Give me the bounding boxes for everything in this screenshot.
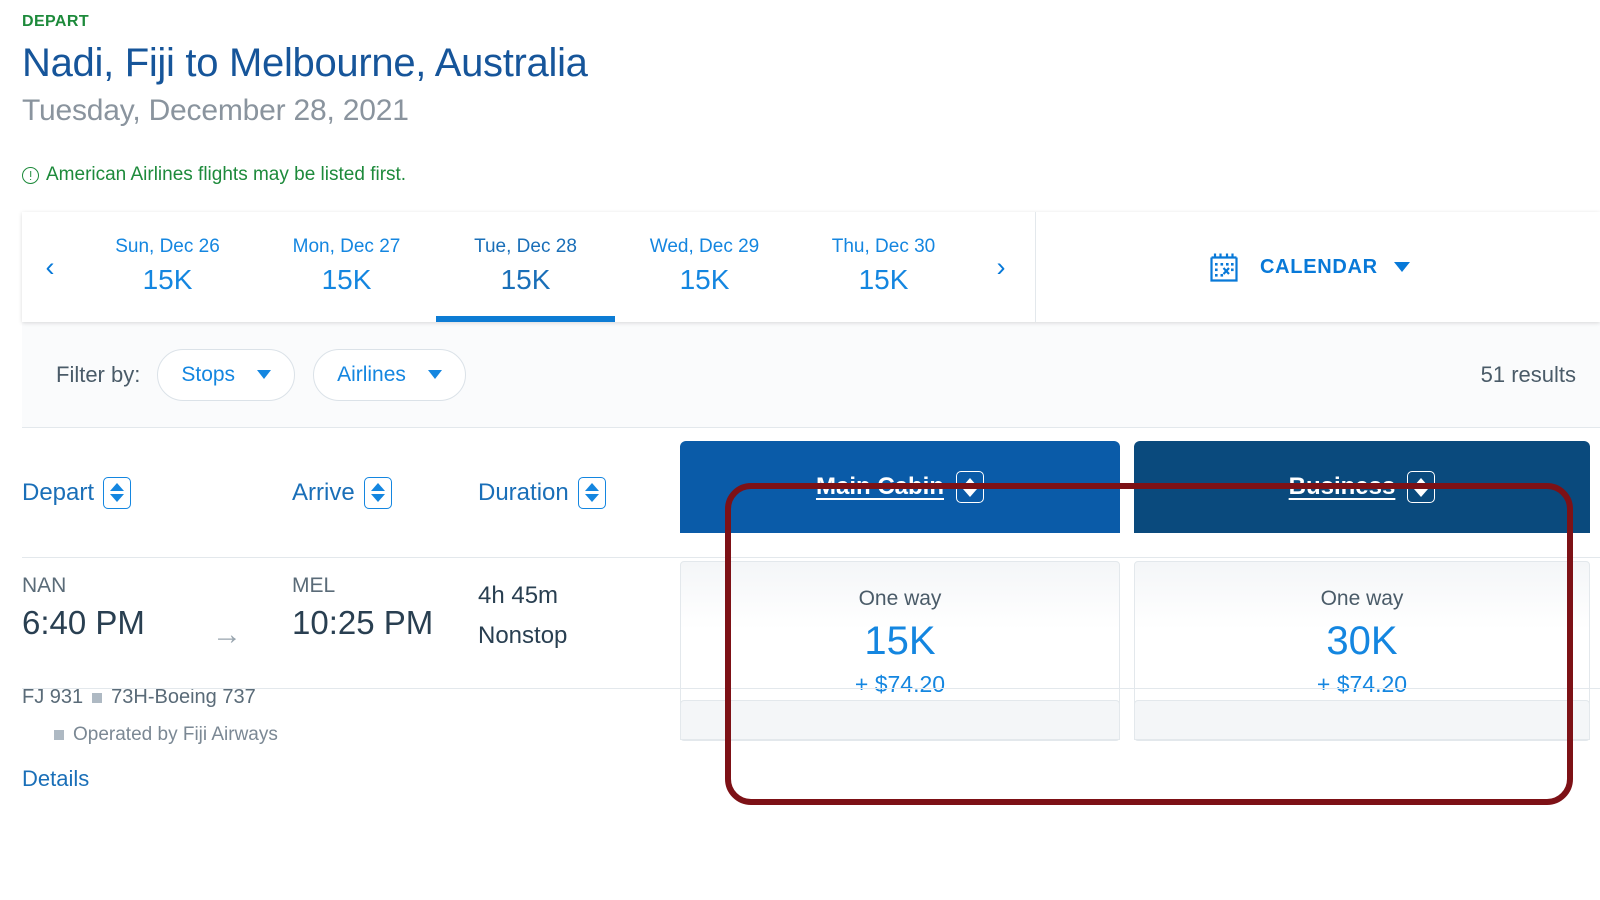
- depart-label: DEPART: [22, 13, 89, 30]
- fare-points: 15K: [864, 619, 936, 663]
- date-tab-1[interactable]: Mon, Dec 27 15K: [257, 212, 436, 322]
- stops-filter-label: Stops: [181, 362, 236, 386]
- flight-duration: 4h 45m: [478, 582, 559, 609]
- date-selector: ‹ Sun, Dec 26 15K Mon, Dec 27 15K Tue, D…: [0, 212, 1600, 322]
- date-tab-points: 15K: [500, 264, 551, 295]
- origin-airport-code: NAN: [22, 574, 67, 597]
- main-cabin-label: Main Cabin: [815, 473, 944, 500]
- date-list: Sun, Dec 26 15K Mon, Dec 27 15K Tue, Dec…: [78, 212, 973, 322]
- depart-sort-header[interactable]: Depart: [22, 476, 132, 509]
- calendar-button[interactable]: CALENDAR: [1036, 212, 1600, 322]
- fare-cash: + $74.20: [1316, 671, 1408, 697]
- destination-airport-code: MEL: [292, 574, 336, 597]
- depart-time: 6:40 PM: [22, 604, 145, 641]
- duration-cell: 4h 45m Nonstop: [478, 576, 567, 656]
- flight-stops: Nonstop: [478, 622, 568, 649]
- arrow-icon: →: [212, 618, 242, 651]
- page-title: Nadi, Fiji to Melbourne, Australia: [22, 41, 588, 85]
- sort-icon[interactable]: [577, 476, 606, 509]
- sort-icon[interactable]: [1407, 471, 1436, 503]
- main-cabin-column-header[interactable]: Main Cabin: [680, 441, 1120, 533]
- date-tab-points: 15K: [679, 264, 730, 295]
- date-tab-points: 15K: [142, 264, 193, 295]
- results-count: 51 results: [1480, 361, 1576, 387]
- date-tab-points: 15K: [858, 264, 909, 295]
- fare-cash: + $74.20: [854, 671, 946, 697]
- date-tab-4[interactable]: Thu, Dec 30 15K: [794, 212, 973, 322]
- next-row-fare-card-peek[interactable]: [1134, 700, 1590, 740]
- separator-square-icon: [92, 692, 103, 703]
- sort-icon[interactable]: [956, 471, 984, 503]
- airline-notice: American Airlines flights may be listed …: [22, 164, 1600, 186]
- operated-by-text: Operated by Fiji Airways: [73, 724, 278, 745]
- chevron-down-icon: [1393, 262, 1410, 272]
- sort-icon[interactable]: [363, 476, 392, 509]
- page-header: DEPART Nadi, Fiji to Melbourne, Australi…: [0, 0, 1600, 186]
- calendar-label: CALENDAR: [1260, 255, 1378, 278]
- operated-by-row: Operated by Fiji Airways: [54, 724, 278, 746]
- arrive-cell: MEL 10:25 PM: [292, 572, 433, 646]
- table-column-headers: Depart Arrive Duration Main Cabin Busine…: [22, 428, 1600, 558]
- chevron-down-icon: [257, 370, 272, 379]
- business-label: Business: [1288, 473, 1396, 500]
- next-dates-button[interactable]: ›: [973, 212, 1029, 322]
- next-row-fare-card-peek[interactable]: [680, 700, 1120, 740]
- fare-trip-type: One way: [1320, 587, 1404, 610]
- date-tab-points: 15K: [321, 264, 372, 295]
- separator-square-icon: [54, 730, 64, 740]
- airline-notice-text: American Airlines flights may be listed …: [46, 164, 407, 185]
- airlines-filter-label: Airlines: [337, 362, 406, 386]
- date-tab-0[interactable]: Sun, Dec 26 15K: [78, 212, 257, 322]
- date-tab-2-selected[interactable]: Tue, Dec 28 15K: [436, 212, 615, 322]
- arrive-column-label: Arrive: [292, 478, 355, 506]
- info-icon: [22, 166, 39, 184]
- date-tab-label: Tue, Dec 28: [474, 236, 577, 257]
- duration-sort-header[interactable]: Duration: [478, 476, 606, 509]
- fare-points: 30K: [1326, 619, 1398, 663]
- date-tab-label: Wed, Dec 29: [649, 236, 760, 257]
- fare-trip-type: One way: [858, 587, 942, 610]
- chevron-down-icon: [427, 370, 442, 379]
- airlines-filter-dropdown[interactable]: Airlines: [313, 348, 466, 401]
- travel-date: Tuesday, December 28, 2021: [22, 94, 409, 127]
- date-tab-3[interactable]: Wed, Dec 29 15K: [615, 212, 794, 322]
- date-tab-label: Mon, Dec 27: [292, 236, 401, 257]
- depart-column-label: Depart: [22, 478, 95, 506]
- arrive-time: 10:25 PM: [292, 604, 434, 641]
- calendar-icon: [1208, 251, 1240, 283]
- flight-number: FJ 931: [22, 686, 84, 708]
- business-column-header[interactable]: Business: [1134, 441, 1590, 533]
- row-divider: [22, 688, 1600, 689]
- depart-cell: NAN 6:40 PM: [22, 572, 145, 646]
- duration-column-label: Duration: [478, 478, 569, 506]
- sort-icon[interactable]: [103, 476, 132, 509]
- details-link[interactable]: Details: [22, 766, 89, 792]
- date-tab-label: Sun, Dec 26: [115, 236, 220, 257]
- filter-bar: Filter by: Stops Airlines 51 results: [22, 322, 1600, 428]
- arrive-sort-header[interactable]: Arrive: [292, 476, 392, 509]
- date-tab-label: Thu, Dec 30: [831, 236, 936, 257]
- aircraft-type: 73H-Boeing 737: [111, 686, 256, 708]
- flight-number-row: FJ 931 73H-Boeing 737: [22, 686, 256, 709]
- flight-results-table: Depart Arrive Duration Main Cabin Busine…: [22, 428, 1600, 818]
- prev-dates-button[interactable]: ‹: [22, 212, 78, 322]
- filter-by-label: Filter by:: [56, 361, 141, 387]
- stops-filter-dropdown[interactable]: Stops: [157, 348, 296, 401]
